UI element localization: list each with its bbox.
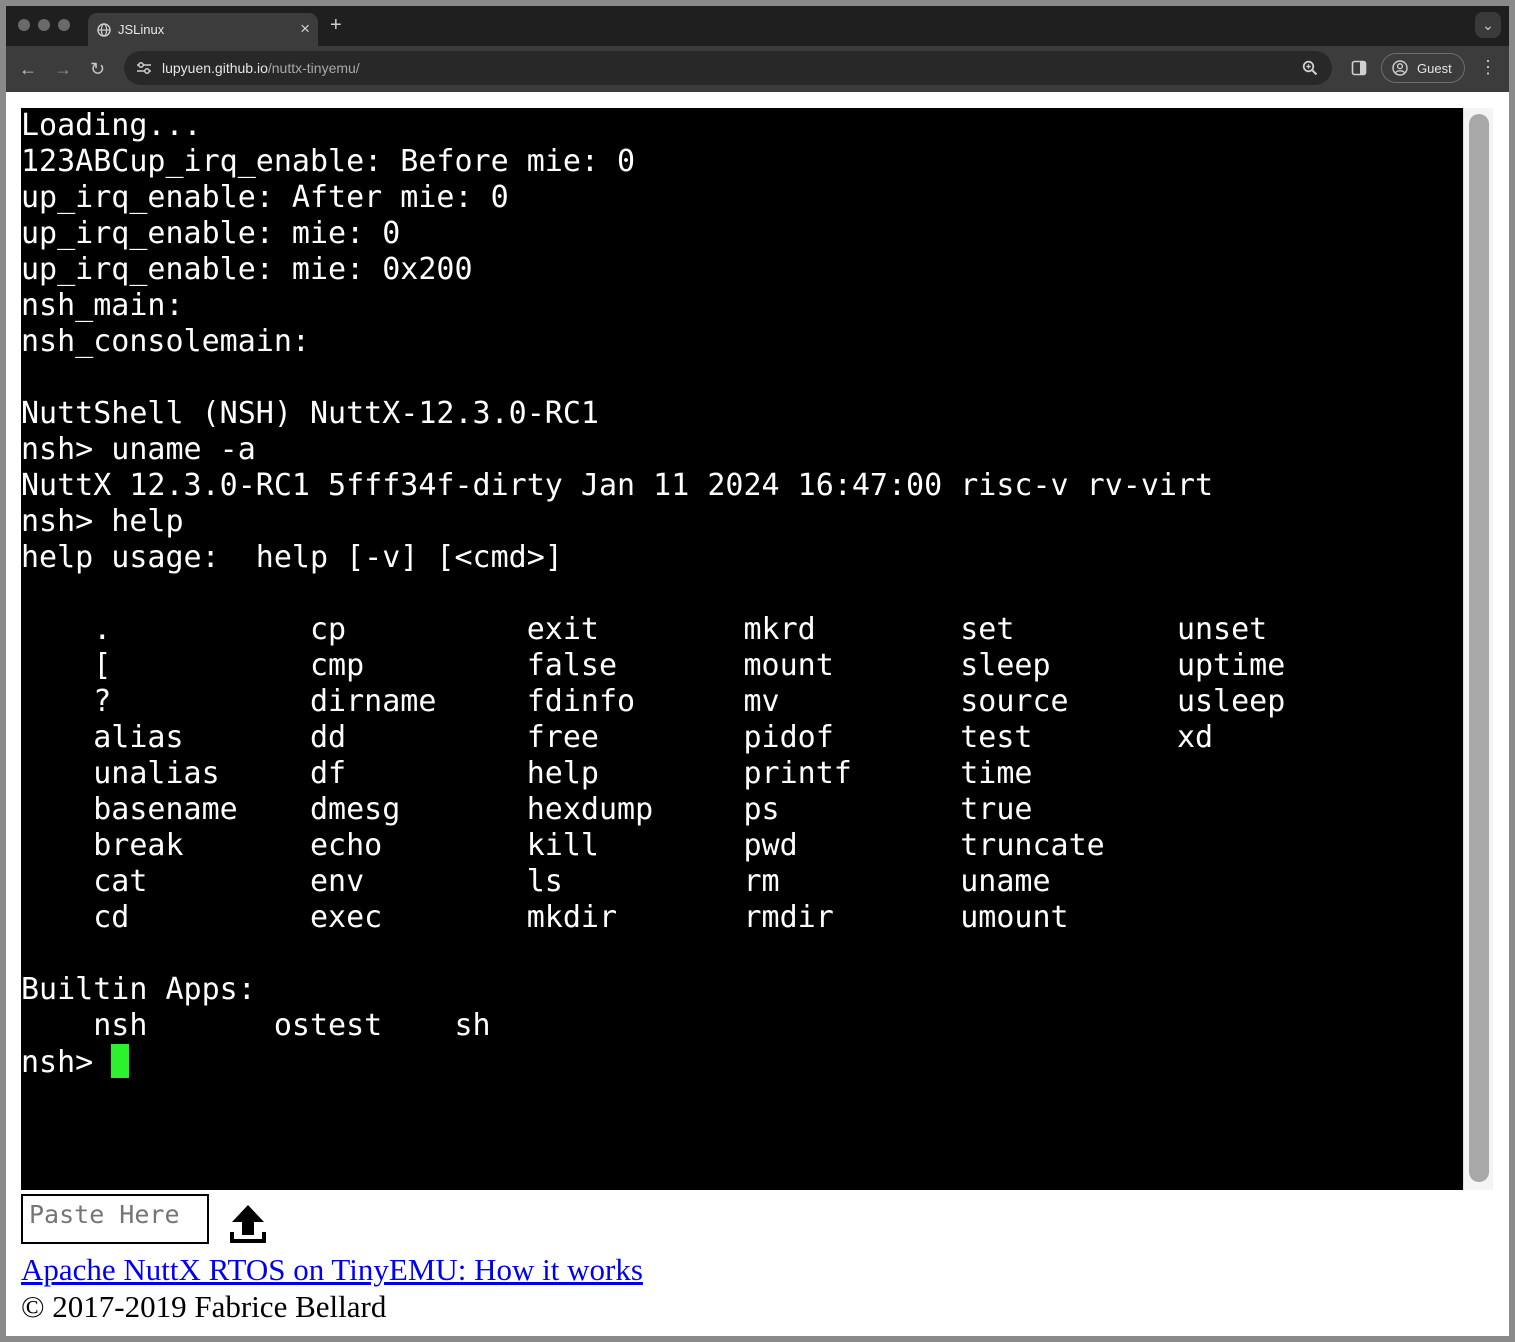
how-it-works-link[interactable]: Apache NuttX RTOS on TinyEMU: How it wor… xyxy=(21,1252,643,1288)
terminal-line: ? dirname fdinfo mv source usleep xyxy=(21,684,1286,719)
reload-button[interactable]: ↻ xyxy=(90,58,105,80)
terminal-scrollbar[interactable] xyxy=(1463,108,1493,1190)
terminal-line: nsh> uname -a xyxy=(21,432,256,467)
terminal-line: help usage: help [-v] [<cmd>] xyxy=(21,540,563,575)
back-button[interactable]: ← xyxy=(19,58,37,80)
terminal-line: Builtin Apps: xyxy=(21,972,256,1007)
terminal-line: nsh ostest sh xyxy=(21,1008,491,1043)
terminal-line: 123ABCup_irq_enable: Before mie: 0 xyxy=(21,144,636,179)
terminal-line: NuttX 12.3.0-RC1 5fff34f-dirty Jan 11 20… xyxy=(21,468,1214,503)
terminal-line: alias dd free pidof test xd xyxy=(21,720,1214,755)
tab-strip: JSLinux × + ⌄ xyxy=(6,6,1509,46)
close-tab-icon[interactable]: × xyxy=(300,19,310,39)
minimize-window-button[interactable] xyxy=(38,19,50,31)
terminal-cursor xyxy=(111,1044,130,1078)
url-path: /nuttx-tinyemu/ xyxy=(267,60,360,76)
browser-toolbar: ← → ↻ lupyuen.github.io/nuttx-tinyemu/ G… xyxy=(6,46,1509,92)
terminal-screen[interactable]: Loading... 123ABCup_irq_enable: Before mi… xyxy=(21,108,1463,1188)
terminal-prompt-line: nsh> xyxy=(21,1044,1463,1080)
tab-search-button[interactable]: ⌄ xyxy=(1475,12,1501,38)
site-settings-icon[interactable] xyxy=(136,61,152,75)
terminal-line: . cp exit mkrd set unset xyxy=(21,612,1268,647)
zoom-window-button[interactable] xyxy=(58,19,70,31)
terminal-line: [ cmp false mount sleep uptime xyxy=(21,648,1286,683)
terminal-line: break echo kill pwd truncate xyxy=(21,828,1105,863)
terminal-line: Loading... xyxy=(21,108,202,143)
url-host: lupyuen.github.io xyxy=(162,60,268,76)
profile-label: Guest xyxy=(1417,61,1452,76)
forward-button[interactable]: → xyxy=(54,58,72,80)
terminal-line: NuttShell (NSH) NuttX-12.3.0-RC1 xyxy=(21,396,599,431)
profile-avatar-icon xyxy=(1392,60,1408,76)
browser-window: JSLinux × + ⌄ ← → ↻ lupyuen.github.io/nu… xyxy=(6,6,1509,1336)
profile-button[interactable]: Guest xyxy=(1381,53,1465,83)
paste-input[interactable] xyxy=(21,1194,209,1244)
side-panel-icon[interactable] xyxy=(1351,60,1367,76)
tab-jslinux[interactable]: JSLinux × xyxy=(88,13,318,46)
tab-title: JSLinux xyxy=(118,22,165,37)
zoom-icon[interactable] xyxy=(1302,60,1318,76)
terminal-line: up_irq_enable: After mie: 0 xyxy=(21,180,509,215)
terminal-line: up_irq_enable: mie: 0x200 xyxy=(21,252,473,287)
upload-icon[interactable] xyxy=(225,1202,271,1246)
terminal-line: nsh> help xyxy=(21,504,184,539)
copyright-text: © 2017-2019 Fabrice Bellard xyxy=(21,1289,387,1324)
terminal-scroll-thumb[interactable] xyxy=(1469,114,1489,1182)
terminal-line: basename dmesg hexdump ps true xyxy=(21,792,1033,827)
terminal-prompt: nsh> xyxy=(21,1045,94,1080)
terminal-line: up_irq_enable: mie: 0 xyxy=(21,216,401,251)
url-text[interactable]: lupyuen.github.io/nuttx-tinyemu/ xyxy=(162,60,360,76)
browser-menu-button[interactable]: ⋮ xyxy=(1479,56,1497,78)
terminal-line: cd exec mkdir rmdir umount xyxy=(21,900,1069,935)
address-bar[interactable]: lupyuen.github.io/nuttx-tinyemu/ xyxy=(124,51,1332,85)
terminal-line: cat env ls rm uname xyxy=(21,864,1051,899)
close-window-button[interactable] xyxy=(18,19,30,31)
globe-icon xyxy=(97,23,111,37)
terminal-line: nsh_main: xyxy=(21,288,184,323)
terminal-line: nsh_consolemain: xyxy=(21,324,310,359)
page-content: Loading... 123ABCup_irq_enable: Before mi… xyxy=(6,92,1509,1336)
terminal-line: unalias df help printf time xyxy=(21,756,1033,791)
new-tab-button[interactable]: + xyxy=(330,12,342,38)
terminal-frame: Loading... 123ABCup_irq_enable: Before mi… xyxy=(21,108,1493,1190)
